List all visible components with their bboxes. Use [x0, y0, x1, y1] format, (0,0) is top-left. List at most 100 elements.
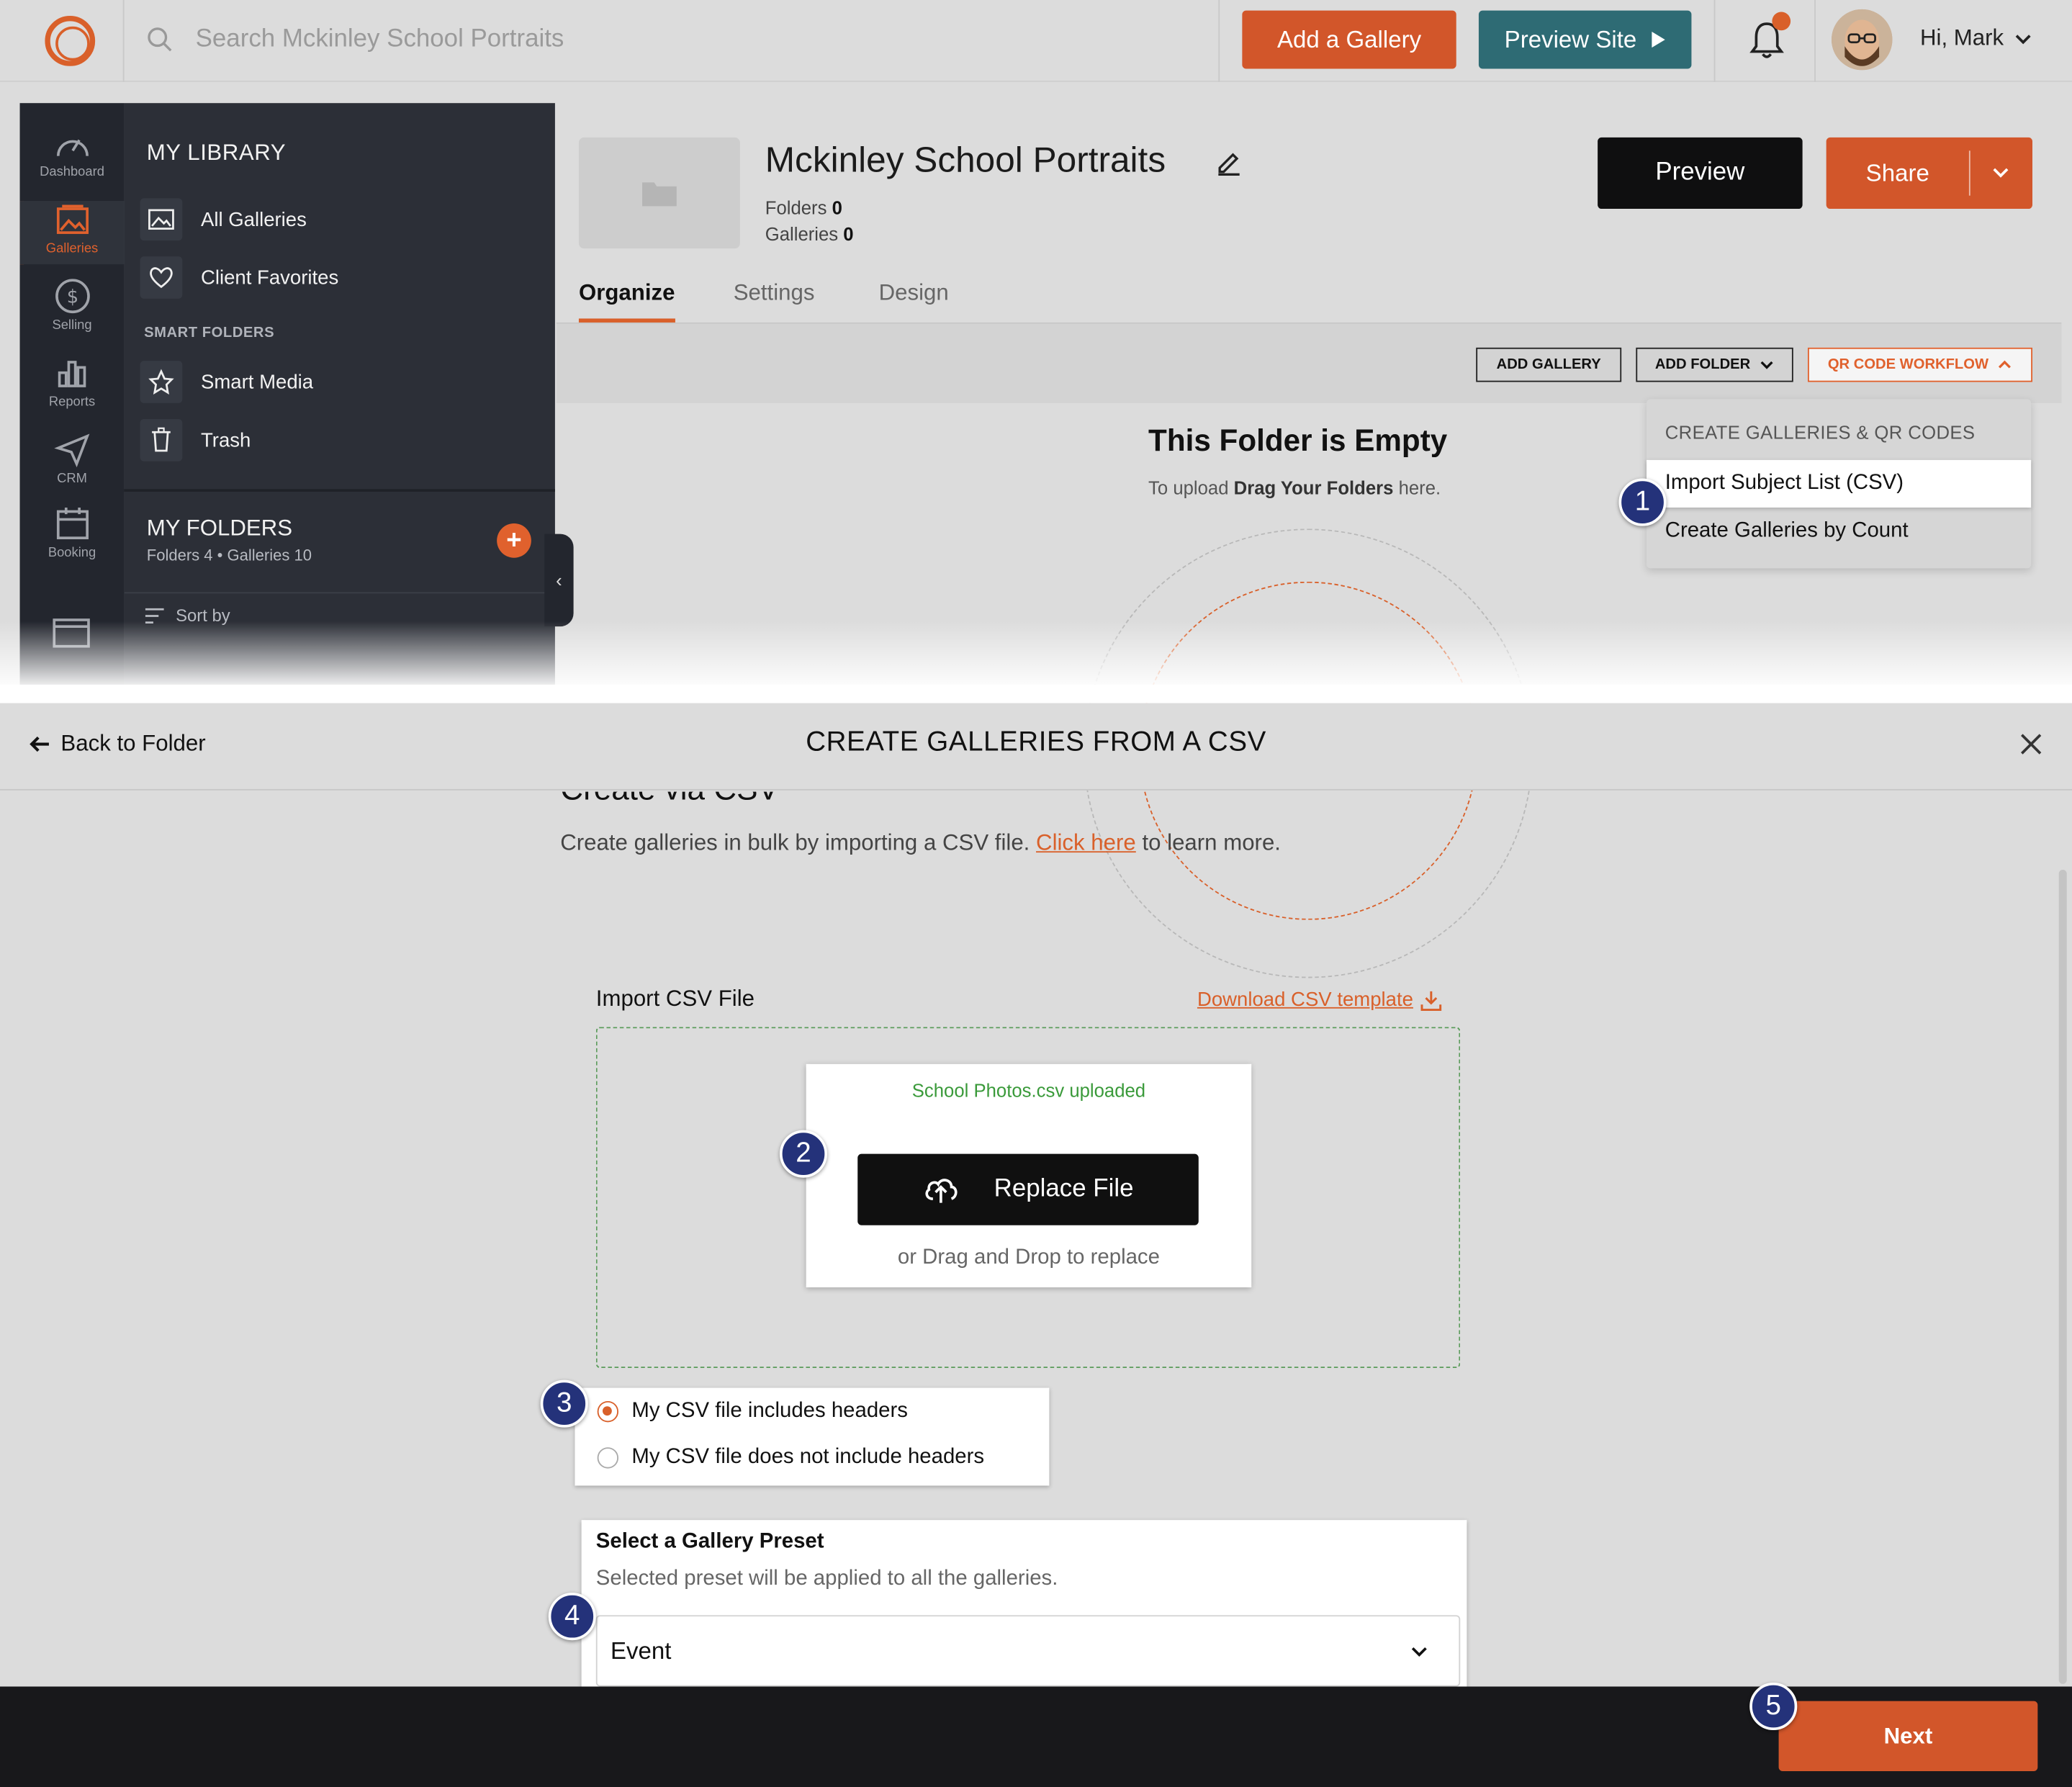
- radio-no-headers[interactable]: My CSV file does not include headers: [597, 1446, 984, 1469]
- step-marker: 1: [1618, 478, 1667, 526]
- menu-item-create-by-count[interactable]: Create Galleries by Count: [1647, 508, 2031, 555]
- search-input[interactable]: [195, 18, 1121, 61]
- step-marker: 3: [540, 1379, 588, 1428]
- library-item-all-galleries[interactable]: All Galleries: [140, 196, 307, 243]
- share-button[interactable]: Share: [1826, 137, 2032, 210]
- preview-button[interactable]: Preview: [1598, 137, 1803, 210]
- galleries-count-line: Galleries 0: [765, 223, 854, 244]
- my-folders-meta: Folders 4 • Galleries 10: [146, 546, 312, 564]
- import-csv-label: Import CSV File: [595, 986, 755, 1012]
- add-gallery-button[interactable]: Add a Gallery: [1242, 10, 1456, 69]
- library-item-smart-media[interactable]: Smart Media: [140, 359, 313, 406]
- chevron-down-icon: [1760, 361, 1773, 369]
- qr-workflow-menu: CREATE GALLERIES & QR CODES Import Subje…: [1647, 399, 2032, 569]
- library-title: MY LIBRARY: [146, 140, 287, 166]
- avatar[interactable]: [1832, 9, 1893, 71]
- gallery-preset-card: Select a Gallery Preset Selected preset …: [581, 1520, 1467, 1692]
- library-item-label: All Galleries: [200, 208, 307, 231]
- rail-item-crm[interactable]: CRM: [20, 431, 125, 487]
- avatar-image: [1832, 9, 1893, 71]
- active-tab-indicator: [578, 318, 675, 323]
- radio-includes-headers[interactable]: My CSV file includes headers: [597, 1400, 908, 1423]
- folders-count: 0: [832, 197, 842, 218]
- chevron-down-icon[interactable]: [1990, 163, 2011, 184]
- next-button[interactable]: Next: [1778, 1701, 2038, 1771]
- scrollbar[interactable]: [2058, 869, 2067, 1684]
- send-icon: [53, 433, 89, 468]
- divider: [122, 0, 125, 82]
- add-folder-label: ADD FOLDER: [1654, 356, 1751, 373]
- folder-icon: [642, 182, 677, 207]
- smart-folders-heading: SMART FOLDERS: [144, 325, 275, 341]
- close-icon[interactable]: [2018, 731, 2045, 757]
- images-icon: [140, 198, 183, 241]
- library-item-label: Client Favorites: [200, 266, 339, 289]
- replace-file-button[interactable]: Replace File: [857, 1153, 1199, 1225]
- star-icon: [140, 361, 183, 403]
- add-folder-button-small[interactable]: ADD FOLDER: [1636, 347, 1793, 382]
- drag-drop-hint: or Drag and Drop to replace: [897, 1246, 1160, 1269]
- download-icon: [1421, 990, 1442, 1011]
- nav-rail: Dashboard Galleries $ Selling Reports CR…: [19, 103, 125, 685]
- learn-more-link[interactable]: Click here: [1036, 830, 1136, 855]
- bar-chart-icon: [57, 361, 86, 387]
- rail-label: CRM: [57, 472, 87, 487]
- radio-button-checked[interactable]: [597, 1400, 619, 1423]
- library-item-client-favorites[interactable]: Client Favorites: [140, 253, 339, 301]
- pencil-icon[interactable]: [1216, 149, 1243, 176]
- rail-label: Selling: [52, 318, 92, 333]
- chevron-down-icon[interactable]: [2012, 29, 2033, 50]
- divider: [124, 489, 555, 492]
- qr-menu-heading: CREATE GALLERIES & QR CODES: [1665, 421, 1976, 443]
- preset-subtitle: Selected preset will be applied to all t…: [595, 1567, 1058, 1590]
- modal-title: CREATE GALLERIES FROM A CSV: [806, 726, 1266, 757]
- rail-label: Reports: [48, 395, 96, 410]
- rail-label: Booking: [48, 546, 96, 561]
- add-folder-button[interactable]: +: [497, 523, 531, 558]
- desc-suffix: to learn more.: [1135, 829, 1281, 855]
- library-item-label: Trash: [200, 428, 251, 451]
- logo[interactable]: [45, 16, 96, 66]
- download-template-link[interactable]: Download CSV template: [1197, 989, 1442, 1011]
- folder-thumbnail: [578, 137, 740, 249]
- folders-label: Folders: [765, 197, 827, 218]
- rail-item-selling[interactable]: $ Selling: [20, 278, 125, 333]
- qr-code-workflow-button[interactable]: QR CODE WORKFLOW: [1807, 347, 2032, 382]
- preview-label: Preview: [1655, 158, 1745, 186]
- trash-icon: [140, 418, 183, 462]
- play-icon: [1651, 32, 1665, 48]
- image-icon: [56, 204, 89, 234]
- tab-design[interactable]: Design: [879, 280, 949, 307]
- rail-item-booking[interactable]: Booking: [20, 505, 125, 560]
- step-marker: 4: [548, 1593, 596, 1641]
- radio-button[interactable]: [597, 1447, 619, 1469]
- preset-select[interactable]: Event: [595, 1615, 1461, 1687]
- add-gallery-small-button[interactable]: ADD GALLERY: [1476, 347, 1622, 382]
- user-greeting[interactable]: Hi, Mark: [1920, 25, 2004, 52]
- rail-item-galleries[interactable]: Galleries: [19, 201, 125, 265]
- section-separator: [0, 684, 2072, 703]
- add-gallery-small-label: ADD GALLERY: [1496, 356, 1601, 373]
- collapse-sidebar-button[interactable]: ‹: [544, 534, 574, 627]
- cloud-upload-icon: [925, 1179, 958, 1203]
- menu-item-import-csv[interactable]: Import Subject List (CSV): [1647, 459, 2032, 508]
- divider: [1814, 0, 1816, 82]
- preset-value: Event: [611, 1637, 672, 1664]
- library-item-trash[interactable]: Trash: [140, 416, 251, 464]
- galleries-count: 0: [843, 223, 854, 245]
- search-icon: [148, 27, 172, 52]
- notification-badge: [1772, 12, 1791, 31]
- rail-item-dashboard[interactable]: Dashboard: [20, 127, 125, 180]
- gauge-icon: [56, 139, 89, 156]
- empty-sub-bold: Drag Your Folders: [1233, 477, 1394, 499]
- calendar-icon: [56, 507, 89, 540]
- tab-organize[interactable]: Organize: [579, 280, 675, 307]
- divider: [124, 592, 555, 594]
- header-options: My CSV file includes headers My CSV file…: [575, 1387, 1050, 1486]
- rail-item-reports[interactable]: Reports: [20, 354, 125, 410]
- preview-site-button[interactable]: Preview Site: [1478, 10, 1692, 69]
- tab-settings[interactable]: Settings: [734, 280, 815, 307]
- replace-file-label: Replace File: [994, 1175, 1134, 1203]
- svg-text:$: $: [66, 286, 78, 307]
- preset-title: Select a Gallery Preset: [595, 1530, 824, 1554]
